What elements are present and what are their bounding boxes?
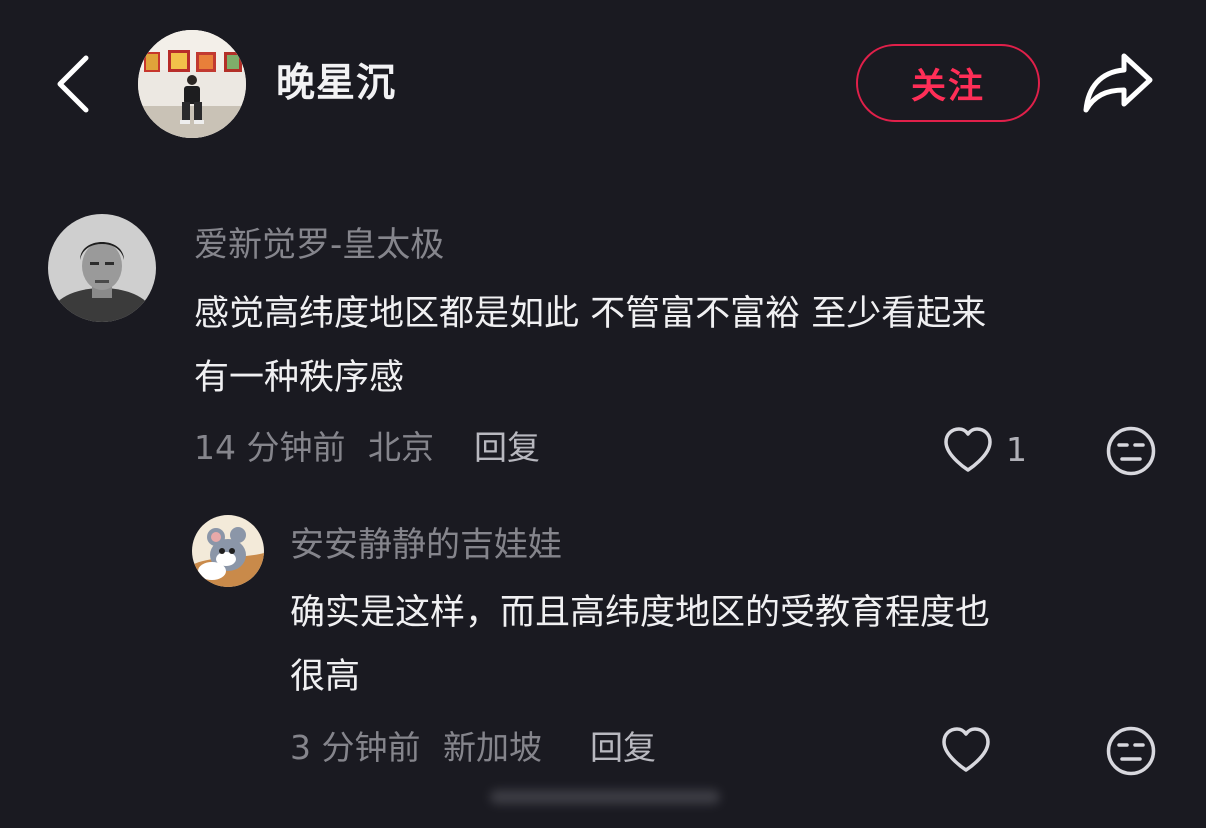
comment-avatar[interactable] [48,214,156,322]
dislike-button[interactable] [1105,425,1157,477]
watermark [490,782,720,812]
reply-button[interactable]: 回复 [474,426,540,470]
reply-location: 新加坡 [443,728,542,767]
reply-dislike-button[interactable] [1105,725,1157,777]
chevron-left-icon [57,55,89,113]
reply-avatar[interactable] [192,515,264,587]
comment-text: 感觉高纬度地区都是如此 不管富不富裕 至少看起来 有一种秩序感 [194,294,987,398]
author-avatar[interactable] [138,30,246,138]
share-button[interactable] [1080,48,1156,118]
user-avatar-image [48,214,156,322]
heart-outline-icon [942,727,990,772]
follow-button[interactable]: 关注 [856,44,1040,122]
comment-time: 14 分钟前 [194,428,346,467]
share-arrow-icon [1083,53,1153,113]
comment-meta: 14 分钟前 北京 [194,426,434,470]
comment-detail-screen: 晚星沉 关注 爱新觉罗-皇太极 感觉高纬度地区都是如此 不管富不富裕 至少看起来… [0,0,1206,828]
like-button[interactable]: 1 [942,426,1027,474]
unamused-face-icon [1106,726,1156,776]
author-name[interactable]: 晚星沉 [276,58,396,110]
comment-username[interactable]: 爱新觉罗-皇太极 [194,222,444,268]
reply-username[interactable]: 安安静静的吉娃娃 [290,522,562,568]
back-button[interactable] [50,52,100,116]
comment-location: 北京 [367,428,434,467]
author-avatar-image [138,30,246,138]
user-avatar-image [192,515,264,587]
reply-meta: 3 分钟前 新加坡 [290,726,542,770]
reply-time: 3 分钟前 [290,728,421,767]
heart-outline-icon [944,427,992,472]
reply-text: 确实是这样，而且高纬度地区的受教育程度也 很高 [290,593,991,697]
like-count: 1 [1006,430,1027,469]
unamused-face-icon [1106,426,1156,476]
reply-reply-button[interactable]: 回复 [590,726,656,770]
reply-like-button[interactable] [940,726,1004,774]
